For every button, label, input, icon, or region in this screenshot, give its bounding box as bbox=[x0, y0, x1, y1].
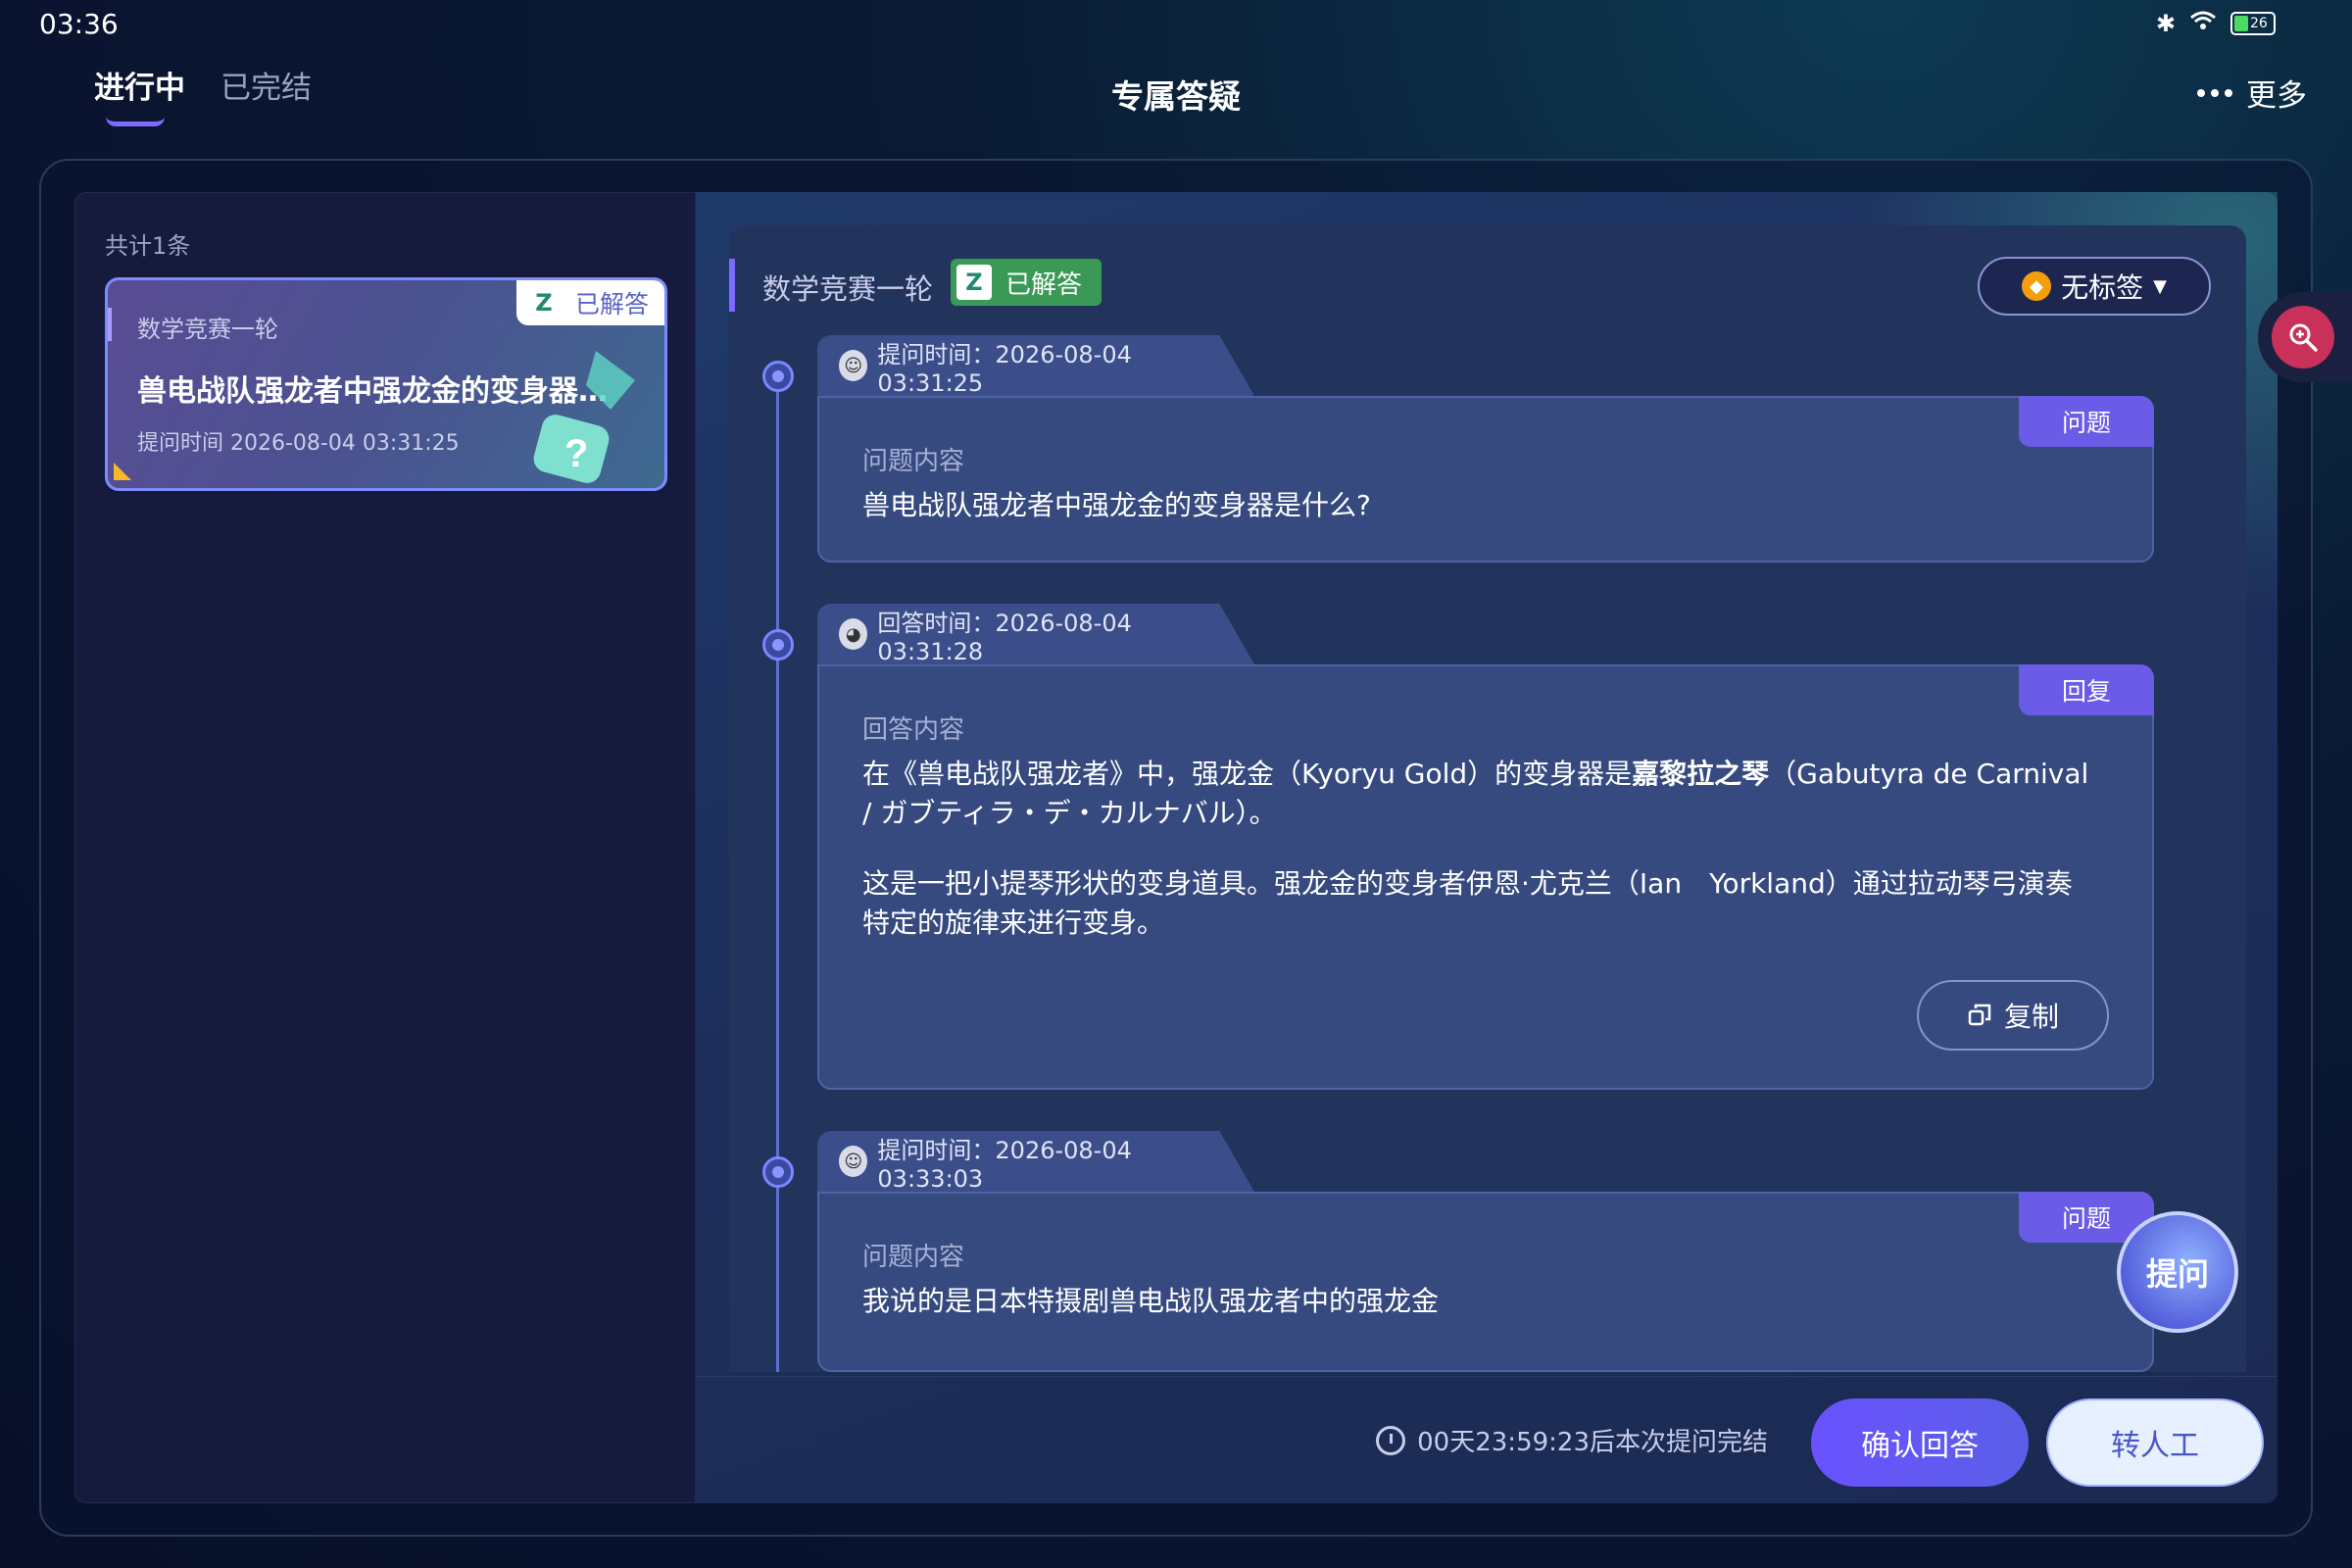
countdown-text: 00天23:59:23后本次提问完结 bbox=[1417, 1428, 1768, 1457]
detail-status-label: 已解答 bbox=[1005, 270, 1083, 300]
action-bar: 00天23:59:23后本次提问完结 确认回答 转人工 bbox=[696, 1376, 2278, 1503]
status-bar: 03:36 ✱ 26 bbox=[0, 0, 2352, 49]
card-status-badge: Z 已解答 bbox=[515, 280, 664, 325]
question-mark-decoration-icon: ? bbox=[533, 351, 635, 483]
status-time: 03:36 bbox=[39, 8, 119, 40]
page-title-wrap: 专属答疑 bbox=[0, 71, 2352, 118]
tag-icon: ◆ bbox=[2022, 271, 2052, 301]
message-header: ☺ 提问时间：2026-08-04 03:33:03 bbox=[817, 1131, 1254, 1192]
countdown-timer: 00天23:59:23后本次提问完结 bbox=[1376, 1422, 1768, 1458]
clock-icon bbox=[1376, 1425, 1406, 1455]
message-header: ◕ 回答时间：2026-08-04 03:31:28 bbox=[817, 604, 1254, 664]
svg-text:?: ? bbox=[564, 432, 588, 475]
copy-button[interactable]: 复制 bbox=[1917, 980, 2109, 1051]
message-header: ☺ 提问时间：2026-08-04 03:31:25 bbox=[817, 335, 1254, 396]
answer-paragraph-1: 在《兽电战队强龙者》中，强龙金（Kyoryu Gold）的变身器是嘉黎拉之琴（G… bbox=[862, 755, 2097, 833]
answer-highlight: 嘉黎拉之琴 bbox=[1632, 758, 1770, 790]
tab-completed[interactable]: 已完结 bbox=[220, 63, 312, 107]
user-avatar: ☺ bbox=[839, 1146, 868, 1177]
tab-completed-label: 已完结 bbox=[220, 71, 312, 106]
z-logo-icon: Z bbox=[956, 265, 992, 300]
question-message: ☺ 提问时间：2026-08-04 03:33:03 问题 问题内容 我说的是日… bbox=[817, 1131, 2154, 1372]
timeline-dot bbox=[762, 1156, 794, 1188]
card-corner-mark bbox=[114, 463, 131, 480]
more-icon bbox=[2197, 88, 2232, 97]
more-button[interactable]: 更多 bbox=[2197, 71, 2307, 115]
message-label: 问题内容 bbox=[862, 447, 965, 476]
message-content: 兽电战队强龙者中强龙金的变身器是什么? bbox=[862, 489, 1371, 521]
user-avatar: ☺ bbox=[839, 350, 868, 381]
conversation-detail[interactable]: 数学竞赛一轮 Z 已解答 ◆ 无标签 ▼ ☺ 提问时间：2026-08-04 0… bbox=[729, 225, 2246, 1372]
message-type-tag: 回复 bbox=[2019, 664, 2154, 715]
tab-in-progress-label: 进行中 bbox=[94, 71, 185, 106]
timeline-dot bbox=[762, 629, 794, 661]
top-tabs: 进行中 已完结 bbox=[94, 63, 312, 126]
battery-icon: 26 bbox=[2230, 12, 2276, 35]
bluetooth-icon: ✱ bbox=[2155, 10, 2176, 37]
timeline-dot bbox=[762, 361, 794, 392]
card-category: 数学竞赛一轮 bbox=[137, 316, 278, 343]
message-content: 在《兽电战队强龙者》中，强龙金（Kyoryu Gold）的变身器是嘉黎拉之琴（G… bbox=[862, 755, 2097, 974]
zoom-button[interactable] bbox=[2258, 292, 2352, 382]
copy-label: 复制 bbox=[2003, 1001, 2059, 1033]
question-message: ☺ 提问时间：2026-08-04 03:31:25 问题 问题内容 兽电战队强… bbox=[817, 335, 2154, 563]
card-accent bbox=[108, 308, 112, 341]
message-type-tag: 问题 bbox=[2019, 396, 2154, 447]
answer-message: ◕ 回答时间：2026-08-04 03:31:28 回复 回答内容 在《兽电战… bbox=[817, 604, 2154, 1094]
detail-category: 数学竞赛一轮 bbox=[762, 272, 934, 306]
copy-icon bbox=[1968, 1004, 1991, 1026]
answer-text: 在《兽电战队强龙者》中，强龙金（Kyoryu Gold）的变身器是 bbox=[862, 758, 1633, 790]
status-icons: ✱ 26 bbox=[2156, 10, 2276, 37]
question-list-panel: 共计1条 数学竞赛一轮 兽电战队强龙者中强龙金的变身器是什么？ 提问时间 202… bbox=[74, 192, 696, 1503]
message-time: 提问时间：2026-08-04 03:33:03 bbox=[877, 1136, 1132, 1193]
message-label: 问题内容 bbox=[862, 1243, 965, 1272]
battery-level: 26 bbox=[2250, 16, 2268, 31]
tag-dropdown-value: 无标签 bbox=[2061, 271, 2144, 304]
message-time: 提问时间：2026-08-04 03:31:25 bbox=[877, 340, 1132, 397]
zoom-icon bbox=[2272, 306, 2334, 368]
message-content: 我说的是日本特摄剧兽电战队强龙者中的强龙金 bbox=[862, 1285, 1440, 1317]
more-label: 更多 bbox=[2246, 78, 2307, 114]
confirm-answer-button[interactable]: 确认回答 bbox=[1811, 1398, 2029, 1487]
message-time: 回答时间：2026-08-04 03:31:28 bbox=[877, 609, 1132, 665]
detail-status-badge: Z 已解答 bbox=[951, 259, 1102, 306]
message-label: 回答内容 bbox=[862, 715, 965, 745]
card-time: 提问时间 2026-08-04 03:31:25 bbox=[137, 431, 460, 456]
wifi-icon bbox=[2189, 10, 2217, 37]
assistant-avatar: ◕ bbox=[839, 618, 868, 650]
detail-header-accent bbox=[729, 259, 735, 312]
tab-in-progress[interactable]: 进行中 bbox=[94, 63, 185, 126]
active-tab-indicator bbox=[106, 117, 165, 126]
z-logo-icon: Z bbox=[535, 289, 553, 317]
transfer-to-human-button[interactable]: 转人工 bbox=[2046, 1398, 2264, 1487]
card-status-label: 已解答 bbox=[574, 290, 649, 318]
question-count: 共计1条 bbox=[105, 232, 191, 260]
answer-paragraph-2: 这是一把小提琴形状的变身道具。强龙金的变身者伊恩·尤克兰（Ian Yorklan… bbox=[862, 867, 2073, 939]
page-title: 专属答疑 bbox=[1111, 77, 1241, 116]
message-body: 回复 回答内容 在《兽电战队强龙者》中，强龙金（Kyoryu Gold）的变身器… bbox=[817, 664, 2154, 1090]
question-card[interactable]: 数学竞赛一轮 兽电战队强龙者中强龙金的变身器是什么？ 提问时间 2026-08-… bbox=[105, 277, 667, 491]
message-body: 问题 问题内容 我说的是日本特摄剧兽电战队强龙者中的强龙金 bbox=[817, 1192, 2154, 1372]
message-body: 问题 问题内容 兽电战队强龙者中强龙金的变身器是什么? bbox=[817, 396, 2154, 563]
ask-question-fab[interactable]: 提问 bbox=[2117, 1211, 2238, 1333]
timeline-line bbox=[776, 372, 779, 1372]
tag-dropdown[interactable]: ◆ 无标签 ▼ bbox=[1978, 257, 2211, 316]
caret-down-icon: ▼ bbox=[2153, 275, 2167, 297]
